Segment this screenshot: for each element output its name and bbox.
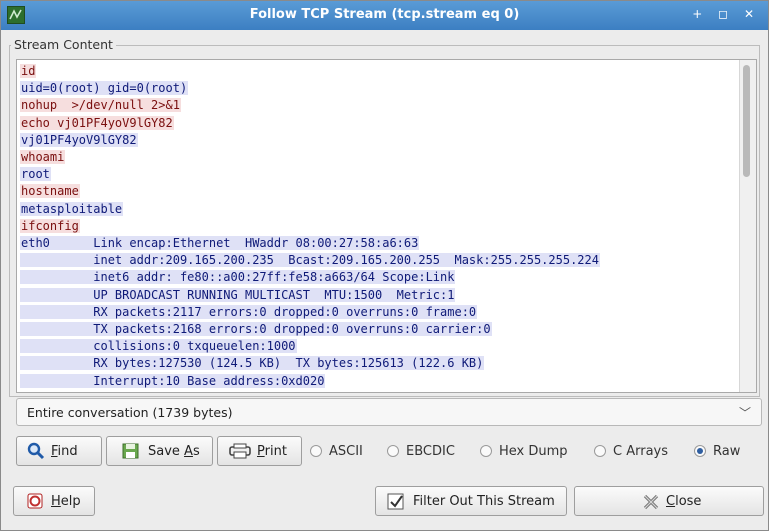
magnifier-icon xyxy=(27,442,45,464)
close-button[interactable]: Close xyxy=(574,486,764,516)
line-text: hostname xyxy=(20,184,80,199)
follow-tcp-stream-window: Follow TCP Stream (tcp.stream eq 0) + ◻ … xyxy=(0,0,769,531)
close-label: Close xyxy=(666,494,702,509)
client-line: ifconfig xyxy=(20,218,756,235)
line-text: collisions:0 txqueuelen:1000 xyxy=(20,339,297,354)
scrollbar-thumb[interactable] xyxy=(743,65,750,177)
help-label: Help xyxy=(51,494,81,509)
radio-dot[interactable] xyxy=(480,445,492,457)
server-line: Interrupt:10 Base address:0xd020 xyxy=(20,373,756,390)
find-label: Find xyxy=(51,444,78,459)
format-radio-c-arrays[interactable]: C Arrays xyxy=(594,444,668,459)
server-line: UP BROADCAST RUNNING MULTICAST MTU:1500 … xyxy=(20,287,756,304)
conversation-select[interactable]: Entire conversation (1739 bytes) ﹀ xyxy=(16,398,762,426)
filter-out-label: Filter Out This Stream xyxy=(413,494,555,509)
filter-out-stream-button[interactable]: Filter Out This Stream xyxy=(375,486,567,516)
server-line: eth0 Link encap:Ethernet HWaddr 08:00:27… xyxy=(20,235,756,252)
line-text: metasploitable xyxy=(20,201,124,216)
print-label: Print xyxy=(257,444,287,459)
help-icon xyxy=(27,493,43,513)
format-radio-raw[interactable]: Raw xyxy=(694,444,740,459)
window-controls[interactable]: + ◻ ✕ xyxy=(692,7,760,21)
server-line: uid=0(root) gid=0(root) xyxy=(20,80,756,97)
line-text: eth0 Link encap:Ethernet HWaddr 08:00:27… xyxy=(20,236,420,251)
line-text: uid=0(root) gid=0(root) xyxy=(20,81,189,96)
stream-content-text[interactable]: id uid=0(root) gid=0(root) nohup >/dev/nul… xyxy=(16,59,757,393)
print-button[interactable]: Print xyxy=(217,436,302,466)
line-text: TX packets:2168 errors:0 dropped:0 overr… xyxy=(20,322,492,337)
line-text: Interrupt:10 Base address:0xd020 xyxy=(20,373,326,388)
save-icon xyxy=(121,441,141,465)
save-as-label: Save As xyxy=(148,444,200,459)
line-text: RX packets:2117 errors:0 dropped:0 overr… xyxy=(20,304,478,319)
server-line: root xyxy=(20,166,756,183)
vertical-scrollbar[interactable] xyxy=(739,60,756,392)
conversation-select-value: Entire conversation (1739 bytes) xyxy=(27,405,233,420)
window-title: Follow TCP Stream (tcp.stream eq 0) xyxy=(249,7,520,22)
server-line: RX packets:2117 errors:0 dropped:0 overr… xyxy=(20,304,756,321)
format-radio-ebcdic[interactable]: EBCDIC xyxy=(387,444,455,459)
save-as-button[interactable]: Save As xyxy=(106,436,213,466)
line-text: inet6 addr: fe80::a00:27ff:fe58:a663/64 … xyxy=(20,270,456,285)
close-x-icon xyxy=(642,493,660,515)
client-line: echo vj01PF4yoV9lGY82 xyxy=(20,115,756,132)
server-line: inet6 addr: fe80::a00:27ff:fe58:a663/64 … xyxy=(20,269,756,286)
printer-icon xyxy=(229,443,251,463)
server-line: collisions:0 txqueuelen:1000 xyxy=(20,338,756,355)
client-line: id xyxy=(20,63,756,80)
radio-dot[interactable] xyxy=(387,445,399,457)
server-line: TX packets:2168 errors:0 dropped:0 overr… xyxy=(20,321,756,338)
radio-dot[interactable] xyxy=(594,445,606,457)
line-text: echo vj01PF4yoV9lGY82 xyxy=(20,115,174,130)
radio-dot-selected[interactable] xyxy=(694,445,706,457)
radio-dot[interactable] xyxy=(310,445,322,457)
server-line: metasploitable xyxy=(20,201,756,218)
format-radio-hex-dump[interactable]: Hex Dump xyxy=(480,444,568,459)
server-line: vj01PF4yoV9lGY82 xyxy=(20,132,756,149)
filter-checkbox-icon xyxy=(387,493,405,515)
line-text: UP BROADCAST RUNNING MULTICAST MTU:1500 … xyxy=(20,287,456,302)
client-line: hostname xyxy=(20,183,756,200)
line-text: id xyxy=(20,64,37,78)
server-line: inet addr:209.165.200.235 Bcast:209.165.… xyxy=(20,252,756,269)
find-button[interactable]: Find xyxy=(16,436,102,466)
client-line: whoami xyxy=(20,149,756,166)
line-text: inet addr:209.165.200.235 Bcast:209.165.… xyxy=(20,253,600,268)
title-bar[interactable]: Follow TCP Stream (tcp.stream eq 0) + ◻ … xyxy=(1,1,768,30)
line-text: root xyxy=(20,167,51,182)
client-line: nohup >/dev/null 2>&1 xyxy=(20,97,756,114)
chevron-down-icon: ﹀ xyxy=(738,406,751,420)
format-radio-ascii[interactable]: ASCII xyxy=(310,444,363,459)
server-line: RX bytes:127530 (124.5 KB) TX bytes:1256… xyxy=(20,355,756,372)
line-text: nohup >/dev/null 2>&1 xyxy=(20,98,181,113)
line-text: whoami xyxy=(20,150,66,165)
stream-content-label: Stream Content xyxy=(11,37,116,52)
line-text: RX bytes:127530 (124.5 KB) TX bytes:1256… xyxy=(20,356,485,371)
line-text: ifconfig xyxy=(20,218,80,233)
line-text: vj01PF4yoV9lGY82 xyxy=(20,132,138,147)
help-button[interactable]: Help xyxy=(13,486,95,516)
stream-text[interactable]: id uid=0(root) gid=0(root) nohup >/dev/nul… xyxy=(17,60,756,390)
